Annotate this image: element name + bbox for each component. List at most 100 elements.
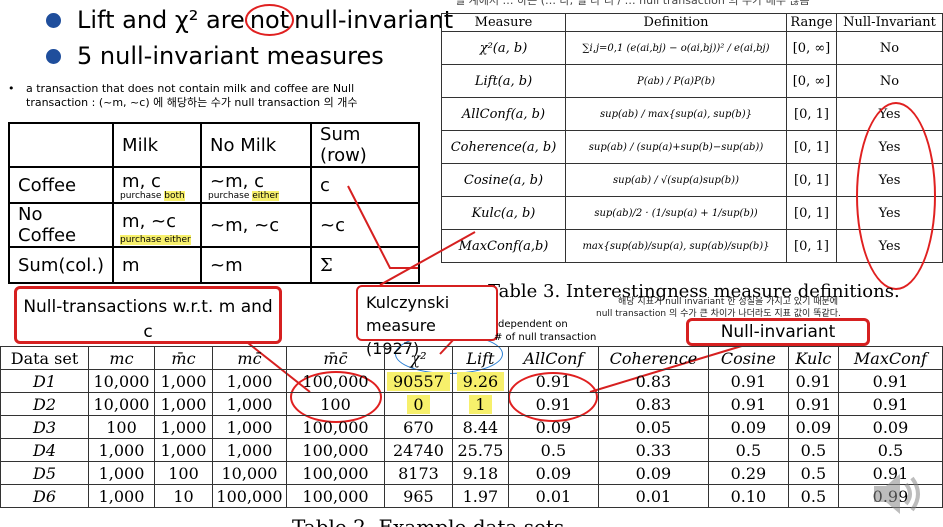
cell-mnc: 1,000 [212, 438, 287, 462]
measures-header-range: Range [786, 13, 837, 32]
measure-name: Kulc(a, b) [441, 196, 566, 230]
cell-nmnc: 100,000 [286, 461, 385, 485]
cell-coherence: 0.33 [597, 438, 709, 462]
cell-coherence: 0.83 [597, 369, 709, 393]
cell-nmc: 1,000 [154, 392, 213, 416]
cell-nmc: 1,000 [154, 369, 213, 393]
cell-chi: 965 [384, 484, 453, 508]
milk-header-milk: Milk [112, 122, 203, 168]
cell-mnc: 1,000 [212, 369, 287, 393]
cell-allconf: 0.09 [507, 461, 599, 485]
table-row: AllConf(a, b) sup(ab) / max{sup(a), sup(… [441, 97, 943, 131]
data-sets-table: Data set mc m̄c mc̄ m̄c̄ χ² Lift AllConf… [0, 346, 943, 508]
bullet-lift-chi: Lift and χ² are not null-invariant [46, 4, 453, 36]
bullet-1-pre: Lift and χ² are [77, 6, 245, 34]
cell-nmc: 100 [154, 461, 213, 485]
note-line-1: a transaction that does not contain milk… [26, 82, 355, 95]
header-cosine: Cosine [707, 346, 789, 370]
table-row: D5 1,000 100 10,000 100,000 8173 9.18 0.09 0.09 0… [0, 461, 943, 485]
cell-sum: ~c [310, 202, 420, 248]
table-row: D4 1,000 1,000 1,000 100,000 24740 25.75 0.5 0.3… [0, 438, 943, 462]
header-chi: χ² [384, 346, 453, 370]
cell-sum: c [310, 166, 420, 204]
cell-dataset: D2 [0, 392, 89, 416]
cell-dataset: D6 [0, 484, 89, 508]
bullet-five-measures: 5 null-invariant measures [46, 42, 384, 70]
cell-maxconf: 0.91 [837, 369, 943, 393]
cell-mc: m, c purchase both [112, 166, 203, 204]
highlighted-value: 1 [469, 394, 492, 414]
milk-header-sum: Sum (row) [310, 122, 420, 168]
measure-range: [0, 1] [786, 196, 837, 230]
null-transactions-text: Null-transactions w.r.t. m and c [23, 297, 273, 342]
header-coherence: Coherence [597, 346, 709, 370]
overlay-line-1: 해당 지표가 null invariant 한 성질을 가지고 있기 때문에 [618, 297, 839, 307]
cell-kulc: 0.5 [787, 484, 839, 508]
cell-nm: ~m [200, 246, 313, 284]
measure-name: Cosine(a, b) [441, 163, 566, 197]
cell-nmc: 1,000 [154, 415, 213, 439]
cell-kulc: 0.09 [787, 415, 839, 439]
cell-maxconf: 0.5 [837, 438, 943, 462]
cell-nmnc: 100,000 [286, 415, 385, 439]
header-lift: Lift [451, 346, 509, 370]
cell-lift: 1.97 [451, 484, 509, 508]
cell-cosine: 0.09 [707, 415, 789, 439]
milk-header-empty [7, 122, 115, 168]
table-row: D1 10,000 1,000 1,000 100,000 90557 9.26 0.91 0.… [0, 369, 943, 393]
cell-coherence: 0.01 [597, 484, 709, 508]
measure-range: [0, ∞] [786, 64, 837, 98]
dependent-note: dependent on # of null transaction [494, 318, 596, 344]
cell-coherence: 0.83 [597, 392, 709, 416]
cell-cosine: 0.29 [707, 461, 789, 485]
measure-range: [0, ∞] [786, 31, 837, 65]
dependent-line-1: dependent on [498, 319, 568, 330]
cell-chi: 670 [384, 415, 453, 439]
header-nmnc: m̄c̄ [286, 346, 385, 370]
cell-chi: 0 [384, 392, 453, 416]
cell-mnc: 1,000 [212, 415, 287, 439]
cell-nmnc: ~m, ~c [200, 202, 313, 248]
cell-mc: 1,000 [88, 484, 155, 508]
bullet-dot-icon [46, 12, 61, 28]
cell-chi: 90557 [384, 369, 453, 393]
cell-mc: 1,000 [88, 461, 155, 485]
cell-nmc: 10 [154, 484, 213, 508]
header-nmc: m̄c [154, 346, 213, 370]
cell-nmc: 1,000 [154, 438, 213, 462]
cell-kulc: 0.91 [787, 369, 839, 393]
table-row: D6 1,000 10 100,000 100,000 965 1.97 0.01 0.01 0.… [0, 484, 943, 508]
null-invariant-callout: Null-invariant [686, 318, 870, 346]
measures-header-measure: Measure [441, 13, 566, 32]
cell-chi: 8173 [384, 461, 453, 485]
highlighted-value: 0 [407, 394, 430, 414]
cell-dataset: D5 [0, 461, 89, 485]
measure-range: [0, 1] [786, 229, 837, 263]
header-mc: mc [88, 346, 155, 370]
cell-mc: 10,000 [88, 369, 155, 393]
cell-maxconf: 0.91 [837, 392, 943, 416]
bullet-1-post: null-invariant [294, 6, 454, 34]
cell-total: Σ [310, 246, 420, 284]
measure-null-invariant: No [836, 64, 943, 98]
measure-definition: sup(ab) / max{sup(a), sup(b)} [565, 97, 787, 131]
header-kulc: Kulc [787, 346, 839, 370]
measure-range: [0, 1] [786, 130, 837, 164]
cell-lift: 8.44 [451, 415, 509, 439]
cell-allconf: 0.91 [507, 392, 599, 416]
speaker-icon[interactable] [868, 466, 926, 522]
cell-nmnc: 100,000 [286, 438, 385, 462]
cell-dataset: D4 [0, 438, 89, 462]
cell-lift: 9.18 [451, 461, 509, 485]
cell-allconf: 0.91 [507, 369, 599, 393]
cell-allconf: 0.09 [507, 415, 599, 439]
cell-mnc: m, ~c purchase either [112, 202, 203, 248]
cell-cosine: 0.10 [707, 484, 789, 508]
cell-coherence: 0.09 [597, 461, 709, 485]
measure-definition: P(ab) / P(a)P(b) [565, 64, 787, 98]
measure-range: [0, 1] [786, 163, 837, 197]
table-row: Sum(col.) m ~m Σ [7, 246, 420, 284]
measure-definition: sup(ab)/2 · (1/sup(a) + 1/sup(b)) [565, 196, 787, 230]
cell-allconf: 0.01 [507, 484, 599, 508]
milk-table-header: Milk No Milk Sum (row) [7, 122, 420, 168]
